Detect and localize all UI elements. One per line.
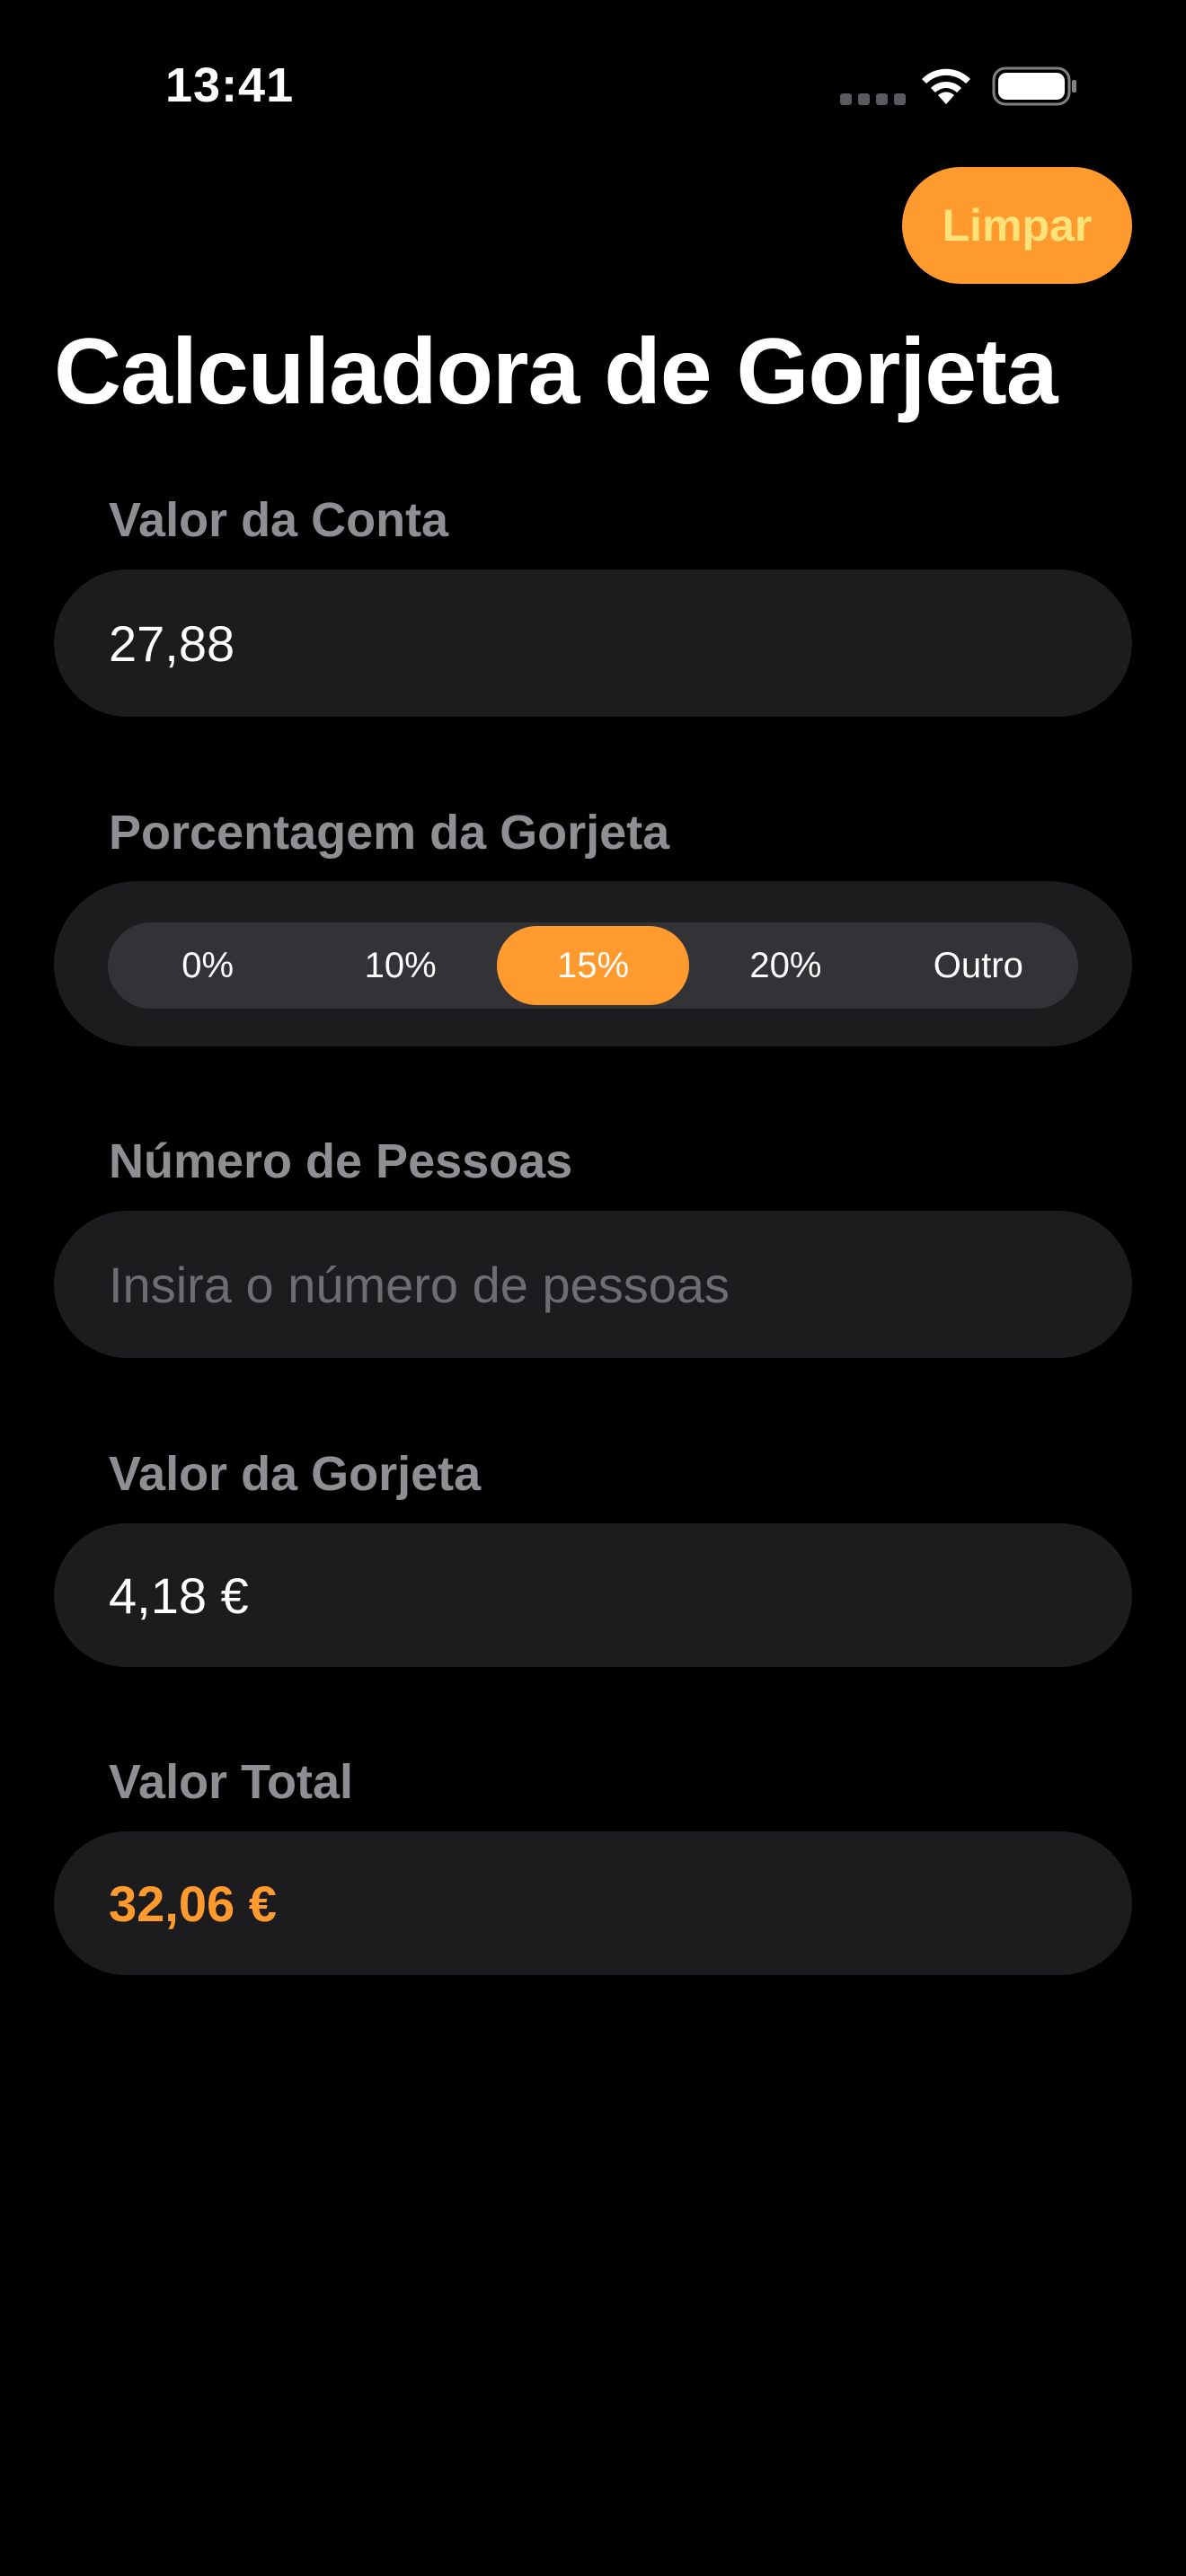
segment-other[interactable]: Outro [882, 926, 1075, 1005]
cellular-dots-icon [840, 93, 906, 105]
tip-percentage-segmented-control: 0% 10% 15% 20% Outro [108, 922, 1078, 1009]
bill-label: Valor da Conta [109, 493, 449, 547]
status-bar: 13:41 [0, 0, 1186, 171]
wifi-icon [922, 68, 970, 104]
segment-10-percent[interactable]: 10% [304, 926, 496, 1005]
tip-amount-label: Valor da Gorjeta [109, 1447, 482, 1501]
clear-button[interactable]: Limpar [902, 167, 1132, 284]
people-count-field[interactable]: Insira o número de pessoas [54, 1211, 1132, 1358]
total-label: Valor Total [109, 1755, 354, 1809]
total-amount-field: 32,06 € [54, 1831, 1132, 1975]
tip-percentage-label: Porcentagem da Gorjeta [109, 806, 670, 860]
tip-percentage-card: 0% 10% 15% 20% Outro [54, 881, 1132, 1046]
people-label: Número de Pessoas [109, 1134, 573, 1188]
status-time: 13:41 [165, 58, 295, 112]
segment-15-percent[interactable]: 15% [496, 926, 690, 1005]
battery-icon [992, 66, 1076, 106]
segment-20-percent[interactable]: 20% [689, 926, 881, 1005]
segment-0-percent[interactable]: 0% [111, 926, 304, 1005]
page-title: Calculadora de Gorjeta [54, 320, 1058, 424]
bill-amount-field[interactable]: 27,88 [54, 569, 1132, 717]
tip-amount-field: 4,18 € [54, 1523, 1132, 1667]
